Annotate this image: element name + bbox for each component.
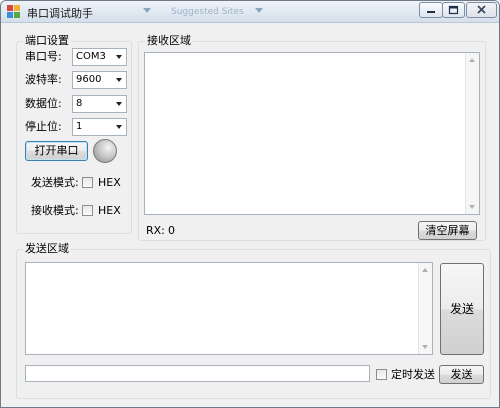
port-status-led-icon xyxy=(93,139,117,163)
receive-scrollbar[interactable] xyxy=(465,53,479,214)
title-bar[interactable]: 串口调试助手 Suggested Sites xyxy=(1,1,499,23)
ghost-chevron-icon xyxy=(255,8,263,13)
minimize-icon xyxy=(427,11,435,13)
port-settings-title: 端口设置 xyxy=(23,34,71,47)
send-small-button[interactable]: 发送 xyxy=(439,365,484,384)
chevron-down-icon xyxy=(112,49,126,65)
recv-hex-checkbox[interactable] xyxy=(82,205,93,216)
app-icon xyxy=(7,5,21,19)
open-port-button[interactable]: 打开串口 xyxy=(25,141,88,161)
stopbits-value: 1 xyxy=(76,121,83,132)
databits-label: 数据位: xyxy=(25,97,62,110)
recv-hex-label: HEX xyxy=(98,204,121,217)
scroll-down-icon xyxy=(469,205,475,209)
window-title: 串口调试助手 xyxy=(27,7,93,20)
recv-mode-label: 接收模式: xyxy=(31,204,79,217)
close-button[interactable] xyxy=(466,2,497,18)
scroll-up-icon xyxy=(422,268,428,272)
auto-send-label: 定时发送 xyxy=(391,368,435,381)
send-textarea[interactable] xyxy=(25,262,433,355)
databits-select[interactable]: 8 xyxy=(72,95,127,113)
maximize-button[interactable] xyxy=(442,2,465,18)
send-hex-label: HEX xyxy=(98,176,121,189)
minimize-button[interactable] xyxy=(419,2,443,18)
send-scrollbar[interactable] xyxy=(418,263,432,354)
send-mode-label: 发送模式: xyxy=(31,176,79,189)
maximize-icon xyxy=(448,5,459,15)
close-icon xyxy=(477,5,486,14)
databits-value: 8 xyxy=(76,98,83,109)
send-title: 发送区域 xyxy=(23,242,71,255)
port-label: 串口号: xyxy=(25,50,62,63)
clear-screen-button[interactable]: 清空屏幕 xyxy=(418,221,477,240)
main-window: 串口调试助手 Suggested Sites 端口设置 串口号: COM3 波特… xyxy=(0,0,500,408)
stopbits-label: 停止位: xyxy=(25,120,62,133)
send-button[interactable]: 发送 xyxy=(440,263,484,355)
ghost-tab-label: Suggested Sites xyxy=(171,7,244,17)
port-select[interactable]: COM3 xyxy=(72,48,127,66)
period-input[interactable] xyxy=(25,365,370,382)
auto-send-checkbox[interactable] xyxy=(376,369,387,380)
rx-count: 0 xyxy=(168,224,175,237)
receive-title: 接收区域 xyxy=(145,34,193,47)
ghost-chevron-icon xyxy=(143,8,151,13)
send-hex-checkbox[interactable] xyxy=(82,177,93,188)
scroll-down-icon xyxy=(422,345,428,349)
chevron-down-icon xyxy=(112,96,126,112)
rx-label: RX: xyxy=(146,224,165,237)
baud-label: 波特率: xyxy=(25,73,62,86)
chevron-down-icon xyxy=(112,119,126,135)
baud-value: 9600 xyxy=(76,74,102,85)
port-value: COM3 xyxy=(76,51,106,62)
stopbits-select[interactable]: 1 xyxy=(72,118,127,136)
receive-textarea[interactable] xyxy=(144,52,480,215)
baud-select[interactable]: 9600 xyxy=(72,71,127,89)
chevron-down-icon xyxy=(112,72,126,88)
scroll-up-icon xyxy=(469,58,475,62)
